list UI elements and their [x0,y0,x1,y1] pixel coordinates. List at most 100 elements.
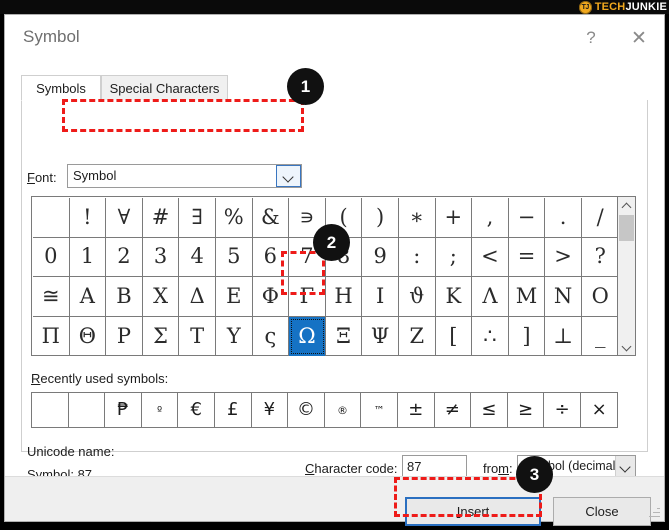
recent-symbol-cell[interactable]: ₱ [105,393,142,427]
symbol-cell[interactable]: ; [436,238,473,278]
close-icon[interactable]: ✕ [616,15,662,61]
symbol-cell[interactable]: Ψ [362,317,399,357]
symbol-grid[interactable]: !∀#∃%&∍()∗+,−./0123456789:;<=>?≅ΑΒΧΔΕΦΓΗ… [33,198,619,356]
symbol-cell[interactable]: − [509,198,546,238]
symbol-cell[interactable]: ∀ [106,198,143,238]
symbol-cell[interactable]: ) [362,198,399,238]
symbol-cell[interactable]: / [582,198,619,238]
symbol-cell[interactable]: 1 [70,238,107,278]
symbol-cell[interactable]: [ [436,317,473,357]
symbol-cell[interactable]: Ρ [106,317,143,357]
annotation-badge-1: 1 [287,68,324,105]
character-code-input[interactable] [402,455,467,478]
help-icon[interactable]: ? [568,15,614,61]
symbol-cell[interactable]: Θ [70,317,107,357]
tab-special-characters-label: Special Characters [110,81,220,96]
symbol-cell[interactable]: . [545,198,582,238]
symbol-cell[interactable]: ≅ [33,277,70,317]
recently-used-grid[interactable]: ₱º€£¥©®™±≠≤≥÷× [32,393,618,427]
recent-symbol-cell[interactable]: ≠ [435,393,472,427]
symbol-cell[interactable]: 4 [179,238,216,278]
symbol-cell[interactable]: Σ [143,317,180,357]
recent-symbol-cell[interactable]: ® [325,393,362,427]
insert-button[interactable]: Insert [405,497,541,526]
scrollbar-thumb[interactable] [619,215,634,241]
symbol-cell[interactable]: Τ [179,317,216,357]
symbol-cell[interactable] [33,198,70,238]
symbol-cell[interactable]: ς [253,317,290,357]
symbol-cell[interactable]: # [143,198,180,238]
symbol-cell[interactable]: Υ [216,317,253,357]
chevron-up-icon[interactable] [618,197,635,214]
recent-symbol-cell[interactable]: ≤ [471,393,508,427]
recent-symbol-cell[interactable]: º [142,393,179,427]
close-button[interactable]: Close [553,497,651,526]
recent-symbol-cell[interactable]: £ [215,393,252,427]
recent-symbol-cell[interactable]: × [581,393,618,427]
symbol-cell[interactable]: Φ [253,277,290,317]
symbol-cell[interactable]: Χ [143,277,180,317]
chevron-down-icon[interactable] [618,338,635,355]
symbol-cell[interactable]: > [545,238,582,278]
chevron-down-icon[interactable] [615,456,635,477]
recent-symbol-cell[interactable]: € [178,393,215,427]
recent-symbol-cell[interactable]: ± [398,393,435,427]
symbol-cell[interactable]: Ξ [326,317,363,357]
symbol-cell[interactable]: Ι [362,277,399,317]
recent-symbol-cell[interactable]: © [288,393,325,427]
tab-special-characters[interactable]: Special Characters [101,75,228,101]
symbol-cell[interactable]: Π [33,317,70,357]
symbol-cell[interactable]: + [436,198,473,238]
symbol-cell[interactable]: Ο [582,277,619,317]
symbol-cell[interactable]: , [472,198,509,238]
symbol-cell[interactable]: % [216,198,253,238]
symbol-cell[interactable]: : [399,238,436,278]
symbol-cell[interactable]: ! [70,198,107,238]
recent-symbol-cell[interactable] [69,393,106,427]
symbol-cell[interactable]: < [472,238,509,278]
symbol-cell[interactable]: Ω [289,317,326,357]
recent-symbol-cell[interactable]: ™ [361,393,398,427]
symbol-cell[interactable]: 6 [253,238,290,278]
symbol-cell[interactable]: Λ [472,277,509,317]
symbol-cell[interactable]: Η [326,277,363,317]
recent-symbol-cell[interactable]: ÷ [544,393,581,427]
symbol-cell[interactable]: Κ [436,277,473,317]
symbol-cell[interactable]: ∴ [472,317,509,357]
font-combobox[interactable]: Symbol [67,164,302,188]
font-value: Symbol [73,168,116,183]
symbol-cell[interactable]: 3 [143,238,180,278]
chevron-down-icon[interactable] [276,165,301,187]
symbol-cell[interactable]: ] [509,317,546,357]
symbol-cell[interactable]: Ν [545,277,582,317]
symbol-cell[interactable]: _ [582,317,619,357]
symbol-cell[interactable]: 9 [362,238,399,278]
symbol-cell[interactable]: 0 [33,238,70,278]
symbol-cell[interactable]: Β [106,277,143,317]
font-label: Font: [27,170,57,185]
symbol-cell[interactable]: Α [70,277,107,317]
recent-symbol-cell[interactable]: ¥ [252,393,289,427]
symbol-grid-scrollbar[interactable] [618,196,636,356]
recently-used-area: ₱º€£¥©®™±≠≤≥÷× [31,392,618,428]
symbol-cell[interactable]: Ζ [399,317,436,357]
symbol-cell[interactable]: Μ [509,277,546,317]
symbol-cell[interactable]: = [509,238,546,278]
recent-symbol-cell[interactable] [32,393,69,427]
recently-used-label: Recently used symbols: [31,371,168,386]
recent-symbol-cell[interactable]: ≥ [508,393,545,427]
symbol-cell[interactable]: 5 [216,238,253,278]
symbol-cell[interactable]: ? [582,238,619,278]
symbol-cell[interactable]: ϑ [399,277,436,317]
symbol-cell[interactable]: Ε [216,277,253,317]
symbol-cell[interactable]: Δ [179,277,216,317]
character-code-label: Character code: [305,461,398,476]
symbol-cell[interactable]: Γ [289,277,326,317]
symbol-cell[interactable]: ∗ [399,198,436,238]
resize-grip[interactable] [649,506,660,517]
tab-symbols[interactable]: Symbols [21,75,101,101]
symbol-cell[interactable]: & [253,198,290,238]
symbol-cell[interactable]: ⊥ [545,317,582,357]
symbol-cell[interactable]: 2 [106,238,143,278]
symbol-cell[interactable]: ∃ [179,198,216,238]
